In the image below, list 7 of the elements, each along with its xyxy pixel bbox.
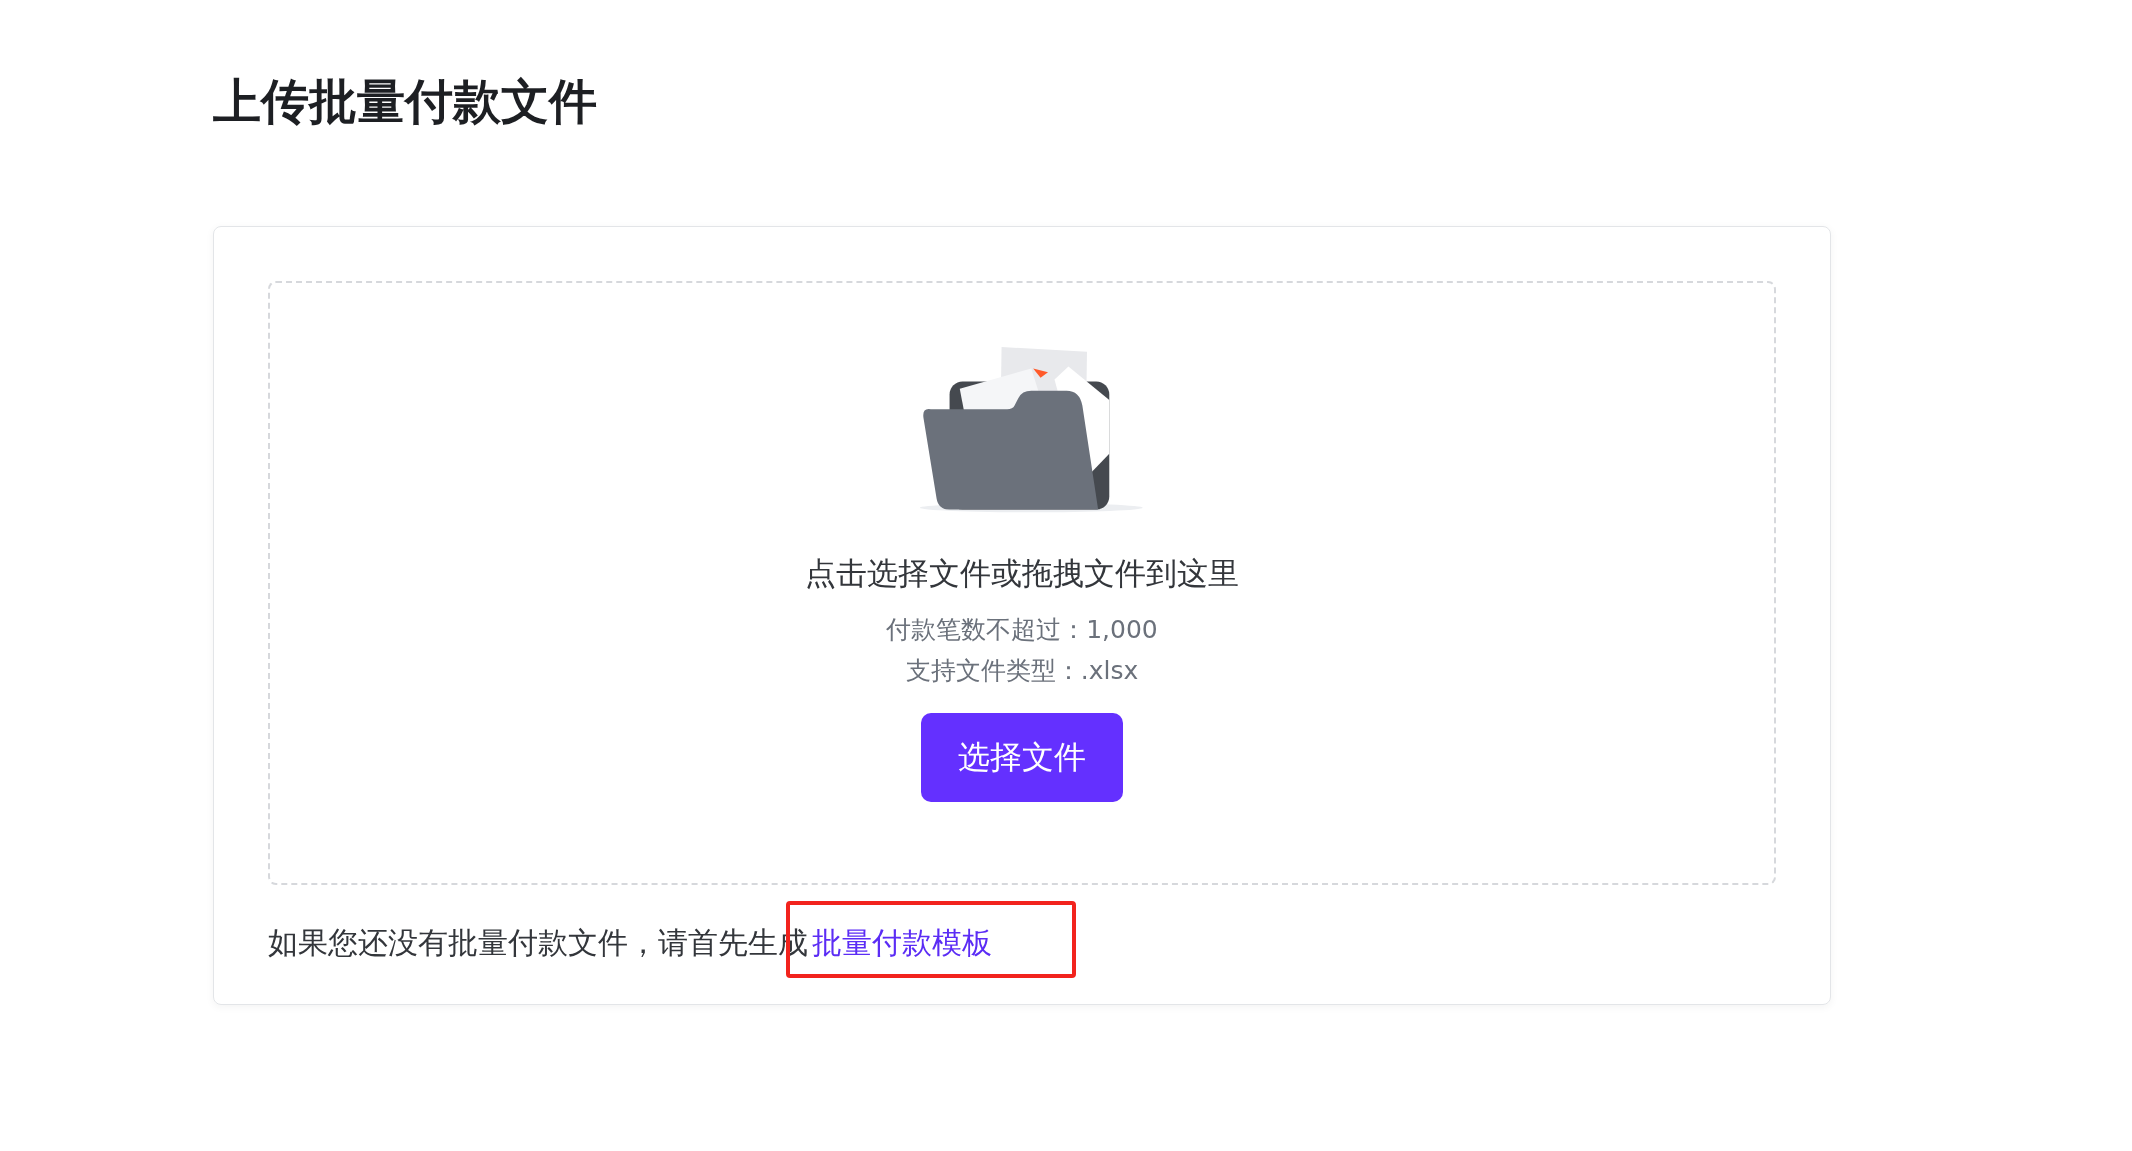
template-link[interactable]: 批量付款模板 [812,925,992,960]
page-title: 上传批量付款文件 [213,72,598,131]
drop-prompt: 点击选择文件或拖拽文件到这里 [805,554,1239,593]
limit-text: 付款笔数不超过：1,000 [886,614,1158,646]
choose-file-button[interactable]: 选择文件 [921,713,1123,802]
limit-text: 支持文件类型：.xlsx [905,655,1139,687]
drop-zone[interactable]: 点击选择文件或拖拽文件到这里 付款笔数不超过：1,000 支持文件类型：.xlsx 选择文件 [268,281,1776,885]
